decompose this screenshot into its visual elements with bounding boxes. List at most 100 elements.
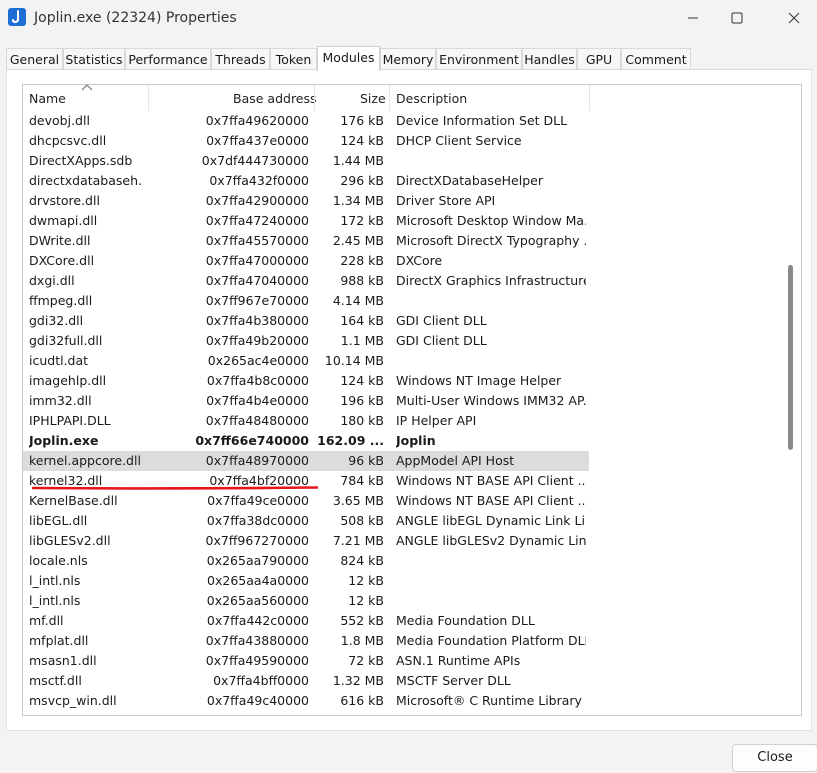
description-cell: ANGLE libGLESv2 Dynamic Link... (396, 533, 586, 548)
table-row[interactable]: dwmapi.dll 0x7ffa47240000 172 kB Microsoft … (23, 211, 801, 231)
column-divider[interactable] (314, 85, 315, 111)
column-header-base-address[interactable]: Base address (233, 91, 317, 106)
base-address-cell: 0x7ffa48970000 (205, 453, 309, 468)
table-row[interactable]: DWrite.dll 0x7ffa45570000 2.45 MB Microsoft… (23, 231, 801, 251)
base-address-cell: 0x7ffa4bff0000 (213, 673, 309, 688)
module-name-cell: dxgi.dll (29, 273, 75, 288)
size-cell: 784 kB (340, 473, 384, 488)
table-row[interactable]: KernelBase.dll 0x7ffa49ce0000 3.65 MB Windo… (23, 491, 801, 511)
table-row[interactable]: l_intl.nls 0x265aa4a0000 12 kB (23, 571, 801, 591)
size-cell: 172 kB (340, 213, 384, 228)
size-cell: 10.14 MB (324, 353, 384, 368)
table-row[interactable]: gdi32.dll 0x7ffa4b380000 164 kB GDI Client … (23, 311, 801, 331)
module-name-cell: l_intl.nls (29, 593, 81, 608)
table-row[interactable]: libEGL.dll 0x7ffa38dc0000 508 kB ANGLE libE… (23, 511, 801, 531)
minimize-icon (688, 17, 698, 19)
tab-environment[interactable]: Environment (436, 48, 522, 69)
table-row[interactable]: DirectXApps.sdb 0x7df444730000 1.44 MB (23, 151, 801, 171)
size-cell: 162.09 ... (317, 433, 384, 448)
base-address-cell: 0x7ffa43880000 (205, 633, 309, 648)
close-button[interactable]: Close (732, 744, 817, 772)
column-divider[interactable] (389, 85, 390, 111)
module-name-cell: dwmapi.dll (29, 213, 98, 228)
description-cell: MSCTF Server DLL (396, 673, 511, 688)
table-row[interactable]: msasn1.dll 0x7ffa49590000 72 kB ASN.1 Runti… (23, 651, 801, 671)
table-row[interactable]: msvcp_win.dll 0x7ffa49c40000 616 kB Microso… (23, 691, 801, 711)
table-row[interactable]: IPHLPAPI.DLL 0x7ffa48480000 180 kB IP Helpe… (23, 411, 801, 431)
table-row[interactable]: directxdatabaseh... 0x7ffa432f0000 296 kB D… (23, 171, 801, 191)
tab-comment[interactable]: Comment (621, 48, 691, 69)
table-row[interactable]: ffmpeg.dll 0x7ff967e70000 4.14 MB (23, 291, 801, 311)
base-address-cell: 0x7ffa4b4e0000 (206, 393, 309, 408)
base-address-cell: 0x7ffa49b20000 (205, 333, 309, 348)
description-cell: DirectXDatabaseHelper (396, 173, 543, 188)
size-cell: 508 kB (340, 513, 384, 528)
module-name-cell: gdi32.dll (29, 313, 84, 328)
base-address-cell: 0x7ff967270000 (205, 533, 310, 548)
size-cell: 1.1 MB (340, 333, 384, 348)
module-name-cell: l_intl.nls (29, 573, 81, 588)
module-name-cell: msasn1.dll (29, 653, 97, 668)
vertical-scrollbar-thumb[interactable] (788, 265, 793, 450)
modules-list[interactable]: Name Base address Size Description devob… (22, 84, 802, 716)
base-address-cell: 0x7ffa48480000 (205, 413, 309, 428)
table-row[interactable]: Joplin.exe 0x7ff66e740000 162.09 ... Joplin (23, 431, 801, 451)
table-row[interactable]: mf.dll 0x7ffa442c0000 552 kB Media Foundati… (23, 611, 801, 631)
size-cell: 3.65 MB (332, 493, 384, 508)
table-row[interactable]: icudtl.dat 0x265ac4e0000 10.14 MB (23, 351, 801, 371)
column-header-size[interactable]: Size (360, 91, 386, 106)
module-name-cell: libEGL.dll (29, 513, 88, 528)
table-row[interactable]: devobj.dll 0x7ffa49620000 176 kB Device Inf… (23, 111, 801, 131)
tab-handles[interactable]: Handles (522, 48, 577, 69)
size-cell: 296 kB (340, 173, 384, 188)
column-header-name[interactable]: Name (29, 91, 66, 106)
description-cell: Device Information Set DLL (396, 113, 568, 128)
maximize-button[interactable] (714, 0, 760, 36)
column-header-description[interactable]: Description (396, 91, 467, 106)
table-row[interactable]: imagehlp.dll 0x7ffa4b8c0000 124 kB Windows … (23, 371, 801, 391)
base-address-cell: 0x7ffa49590000 (205, 653, 309, 668)
joplin-app-icon (8, 8, 26, 26)
base-address-cell: 0x265aa790000 (206, 553, 309, 568)
tab-modules[interactable]: Modules (317, 46, 380, 71)
tab-memory[interactable]: Memory (380, 48, 436, 69)
table-row[interactable]: msctf.dll 0x7ffa4bff0000 1.32 MB MSCTF Serv… (23, 671, 801, 691)
table-row[interactable]: locale.nls 0x265aa790000 824 kB (23, 551, 801, 571)
close-window-button[interactable] (771, 0, 817, 36)
base-address-cell: 0x7ffa49c40000 (206, 693, 309, 708)
description-cell: AppModel API Host (396, 453, 515, 468)
column-divider[interactable] (589, 85, 590, 111)
description-cell: Media Foundation DLL (396, 613, 535, 628)
table-row[interactable]: libGLESv2.dll 0x7ff967270000 7.21 MB ANGLE … (23, 531, 801, 551)
tab-statistics[interactable]: Statistics (63, 48, 125, 69)
tab-token[interactable]: Token (270, 48, 317, 69)
tab-performance[interactable]: Performance (125, 48, 211, 69)
table-row[interactable]: mfplat.dll 0x7ffa43880000 1.8 MB Media Foun… (23, 631, 801, 651)
base-address-cell: 0x7ffa38dc0000 (206, 513, 309, 528)
base-address-cell: 0x7ff66e740000 (195, 433, 309, 448)
title-bar: Joplin.exe (22324) Properties (0, 0, 817, 38)
size-cell: 1.32 MB (332, 673, 384, 688)
tab-gpu[interactable]: GPU (577, 48, 621, 69)
tab-general[interactable]: General (6, 48, 63, 69)
module-name-cell: ffmpeg.dll (29, 293, 93, 308)
column-divider[interactable] (148, 85, 149, 111)
description-cell: Microsoft Desktop Window Ma... (396, 213, 586, 228)
table-row[interactable]: DXCore.dll 0x7ffa47000000 228 kB DXCore (23, 251, 801, 271)
table-row[interactable]: imm32.dll 0x7ffa4b4e0000 196 kB Multi-User … (23, 391, 801, 411)
table-row[interactable]: gdi32full.dll 0x7ffa49b20000 1.1 MB GDI Cli… (23, 331, 801, 351)
description-cell: Driver Store API (396, 193, 496, 208)
table-row[interactable]: kernel.appcore.dll 0x7ffa48970000 96 kB App… (23, 451, 801, 471)
size-cell: 988 kB (340, 273, 384, 288)
table-row[interactable]: l_intl.nls 0x265aa560000 12 kB (23, 591, 801, 611)
tab-threads[interactable]: Threads (211, 48, 270, 69)
base-address-cell: 0x7ffa442c0000 (206, 613, 309, 628)
table-row[interactable]: drvstore.dll 0x7ffa42900000 1.34 MB Driver … (23, 191, 801, 211)
minimize-button[interactable] (670, 0, 716, 36)
table-row[interactable]: dxgi.dll 0x7ffa47040000 988 kB DirectX Grap… (23, 271, 801, 291)
table-row[interactable]: dhcpcsvc.dll 0x7ffa437e0000 124 kB DHCP Cli… (23, 131, 801, 151)
module-name-cell: imm32.dll (29, 393, 92, 408)
size-cell: 180 kB (340, 413, 384, 428)
module-name-cell: DXCore.dll (29, 253, 95, 268)
size-cell: 1.34 MB (332, 193, 384, 208)
